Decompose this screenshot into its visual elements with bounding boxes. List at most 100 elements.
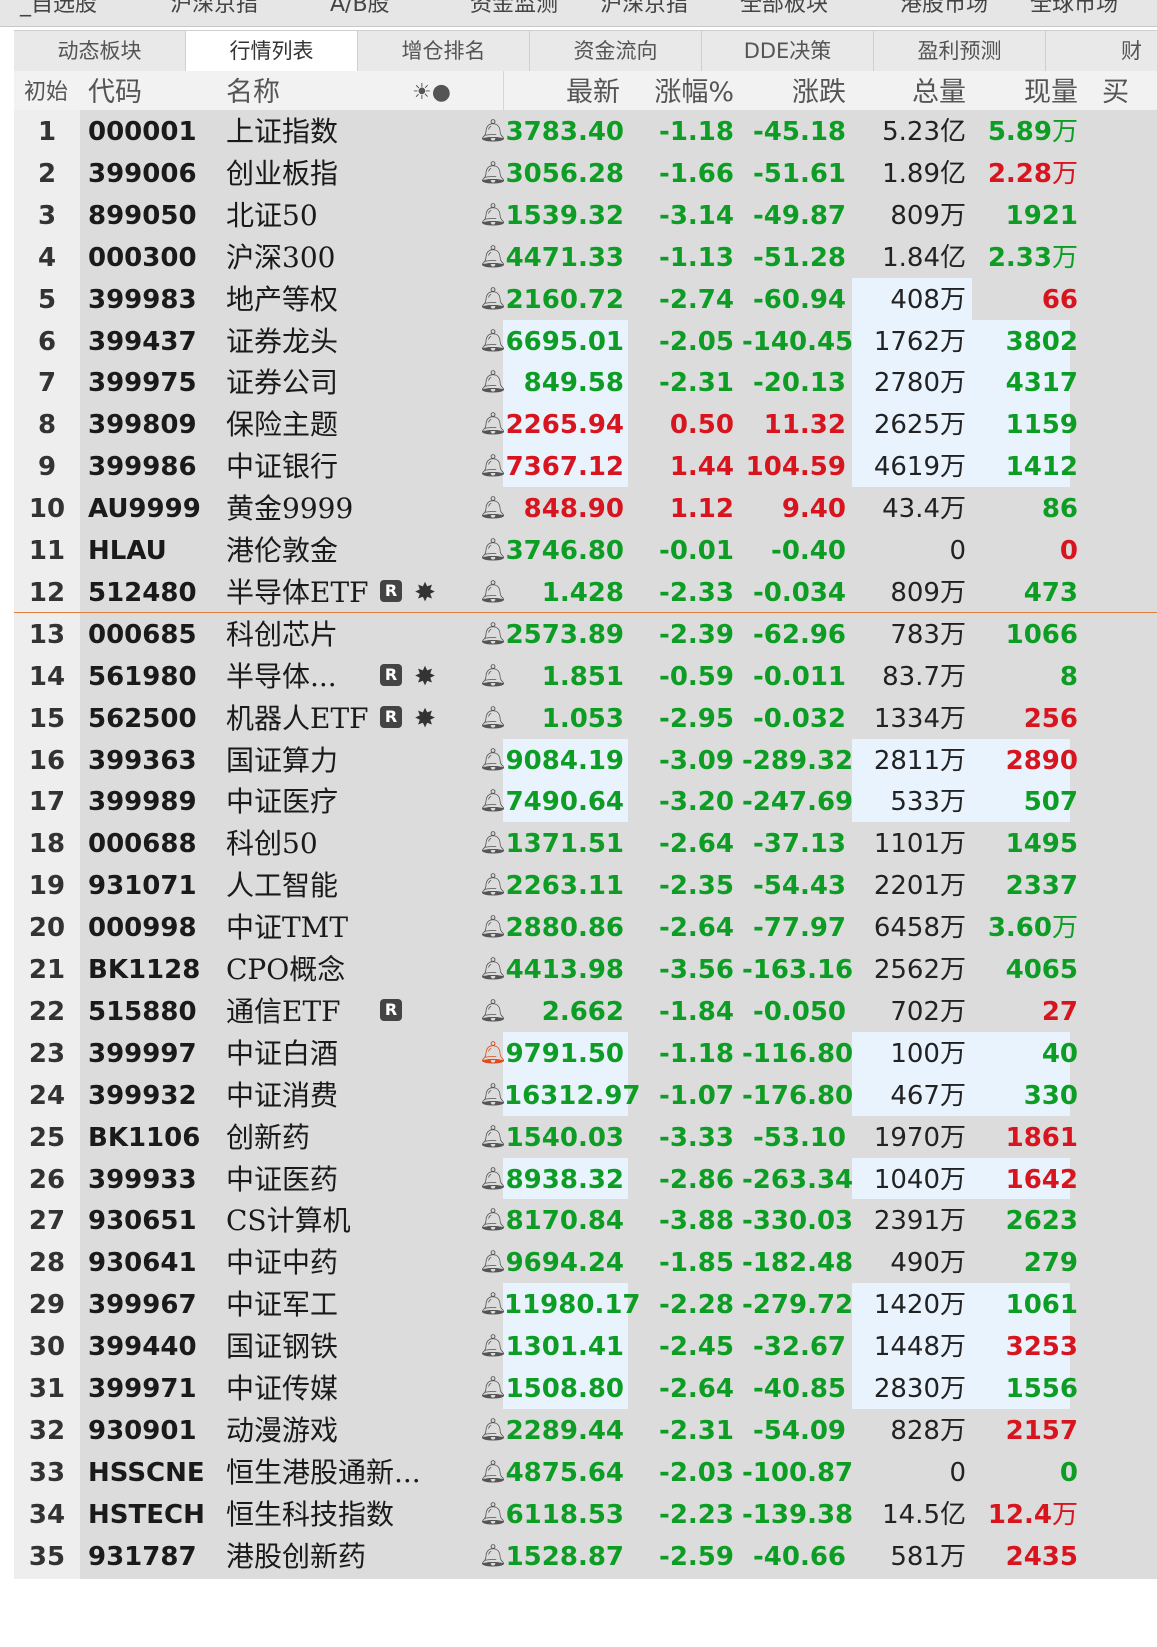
table-row[interactable]: 1 000001 上证指数 🔔︎ 3783.40 -1.18 -45.18 5.23亿 5.89… <box>14 110 1157 154</box>
stock-code[interactable]: 399989 <box>88 780 197 824</box>
stock-name[interactable]: 恒生港股通新... <box>226 1451 421 1495</box>
stock-code[interactable]: 399363 <box>88 739 197 783</box>
alert-bell-icon[interactable]: 🔔︎ <box>479 571 507 615</box>
alert-bell-icon[interactable]: 🔔︎ <box>479 613 507 657</box>
stock-name[interactable]: 恒生科技指数 <box>226 1493 394 1537</box>
stock-code[interactable]: AU9999 <box>88 487 201 531</box>
market-nav-item[interactable]: 全部板块 <box>740 0 828 18</box>
stock-code[interactable]: 899050 <box>88 194 197 238</box>
alert-bell-icon[interactable]: 🔔︎ <box>479 1409 507 1453</box>
stock-name[interactable]: 半导体... <box>226 655 337 699</box>
table-row[interactable]: 6 399437 证券龙头 🔔︎ 6695.01 -2.05 -140.45 1762万 380… <box>14 319 1157 364</box>
stock-name[interactable]: 半导体ETF <box>226 571 369 615</box>
stock-code[interactable]: 399437 <box>88 320 197 364</box>
table-row[interactable]: 18 000688 科创50 🔔︎ 1371.51 -2.64 -37.13 1101万 149… <box>14 822 1157 867</box>
stock-code[interactable]: 000998 <box>88 906 197 950</box>
market-nav-item[interactable]: 沪深京指 <box>600 0 688 18</box>
stock-name[interactable]: 地产等权 <box>226 278 338 322</box>
stock-name[interactable]: 上证指数 <box>226 110 338 154</box>
stock-code[interactable]: 399975 <box>88 361 197 405</box>
stock-code[interactable]: 000688 <box>88 822 197 866</box>
alert-bell-icon[interactable]: 🔔︎ <box>479 152 507 196</box>
cur-column-header[interactable]: 现量 <box>974 71 1078 115</box>
tab-6[interactable]: 财 <box>1046 31 1157 71</box>
stock-name[interactable]: 人工智能 <box>226 864 338 908</box>
stock-name[interactable]: 通信ETF <box>226 990 341 1034</box>
alert-bell-icon[interactable]: 🔔︎ <box>479 697 507 741</box>
last-column-header[interactable]: 最新 <box>504 71 620 115</box>
table-row[interactable]: 21 BK1128 CPO概念 🔔︎ 4413.98 -3.56 -163.16 2562万 4… <box>14 948 1157 992</box>
stock-code[interactable]: 399971 <box>88 1367 197 1411</box>
table-row[interactable]: 33 HSSCNE 恒生港股通新... 🔔︎ 4875.64 -2.03 -100.87 0 0 <box>14 1450 1157 1495</box>
stock-name[interactable]: 中证医疗 <box>226 780 338 824</box>
alert-bell-icon[interactable]: 🔔︎ <box>479 1241 507 1285</box>
table-row[interactable]: 24 399932 中证消费 🔔︎ 16312.97 -1.07 -176.80 467万 33… <box>14 1073 1157 1118</box>
stock-code[interactable]: 000001 <box>88 110 197 154</box>
stock-name[interactable]: 科创50 <box>226 822 318 866</box>
alert-bell-icon[interactable]: 🔔︎ <box>479 1283 507 1327</box>
stock-code[interactable]: 399986 <box>88 445 197 489</box>
stock-code[interactable]: 399933 <box>88 1158 197 1202</box>
alert-bell-icon[interactable]: 🔔︎ <box>479 110 507 154</box>
code-column-header[interactable]: 代码 <box>88 71 142 115</box>
tab-1[interactable]: 行情列表 <box>186 31 358 71</box>
chg-column-header[interactable]: 涨跌 <box>742 71 846 115</box>
alert-bell-icon[interactable]: 🔔︎ <box>479 780 507 824</box>
table-row[interactable]: 11 HLAU 港伦敦金 🔔︎ 3746.80 -0.01 -0.40 0 0 <box>14 529 1157 573</box>
stock-name[interactable]: 中证白酒 <box>226 1032 338 1076</box>
name-column-header[interactable]: 名称 <box>226 71 280 115</box>
stock-name[interactable]: 创业板指 <box>226 152 338 196</box>
init-sort-button[interactable]: 初始 <box>24 71 68 115</box>
table-row[interactable]: 9 399986 中证银行 🔔︎ 7367.12 1.44 104.59 4619万 1412 <box>14 445 1157 490</box>
table-row[interactable]: 5 399983 地产等权 🔔︎ 2160.72 -2.74 -60.94 408万 66 <box>14 277 1157 322</box>
table-row[interactable]: 31 399971 中证传媒 🔔︎ 1508.80 -2.64 -40.85 2830万 155… <box>14 1367 1157 1411</box>
table-row[interactable]: 13 000685 科创芯片 🔔︎ 2573.89 -2.39 -62.96 783万 1066 <box>14 612 1157 657</box>
tab-0[interactable]: 动态板块 <box>14 31 186 71</box>
alert-bell-icon[interactable]: 🔔︎ <box>479 445 507 489</box>
stock-code[interactable]: 512480 <box>88 571 197 615</box>
table-row[interactable]: 23 399997 中证白酒 🔔︎ 9791.50 -1.18 -116.80 100万 40 <box>14 1031 1157 1076</box>
alert-bell-icon[interactable]: 🔔︎ <box>479 320 507 364</box>
alert-bell-icon[interactable]: 🔔︎ <box>479 990 507 1034</box>
table-row[interactable]: 25 BK1106 创新药 🔔︎ 1540.03 -3.33 -53.10 1970万 1861 <box>14 1115 1157 1160</box>
alert-bell-icon[interactable]: 🔔︎ <box>479 1325 507 1369</box>
stock-code[interactable]: BK1128 <box>88 948 200 992</box>
table-row[interactable]: 2 399006 创业板指 🔔︎ 3056.28 -1.66 -51.61 1.89亿 2.28… <box>14 151 1157 196</box>
alert-bell-icon[interactable]: 🔔︎ <box>479 1535 507 1579</box>
stock-name[interactable]: 证券龙头 <box>226 320 338 364</box>
stock-code[interactable]: 399997 <box>88 1032 197 1076</box>
market-nav-item[interactable]: 全球市场 <box>1030 0 1118 18</box>
tab-2[interactable]: 增仓排名 <box>358 31 530 71</box>
stock-name[interactable]: 证券公司 <box>226 361 338 405</box>
stock-name[interactable]: 中证军工 <box>226 1283 338 1327</box>
alert-bell-icon[interactable]: 🔔︎ <box>479 864 507 908</box>
market-nav-item[interactable]: _自选股 <box>20 0 97 18</box>
table-row[interactable]: 20 000998 中证TMT 🔔︎ 2880.86 -2.64 -77.97 6458万 3.… <box>14 906 1157 951</box>
stock-name[interactable]: 创新药 <box>226 1116 310 1160</box>
alert-bell-icon[interactable]: 🔔︎ <box>479 194 507 238</box>
alert-bell-icon[interactable]: 🔔︎ <box>479 361 507 405</box>
table-row[interactable]: 19 931071 人工智能 🔔︎ 2263.11 -2.35 -54.43 2201万 233… <box>14 864 1157 909</box>
stock-code[interactable]: 399983 <box>88 278 197 322</box>
table-row[interactable]: 8 399809 保险主题 🔔︎ 2265.94 0.50 11.32 2625万 1159 <box>14 403 1157 448</box>
stock-name[interactable]: 国证钢铁 <box>226 1325 338 1369</box>
stock-name[interactable]: CPO概念 <box>226 948 345 992</box>
market-nav-item[interactable]: A/B股 <box>330 0 390 18</box>
table-row[interactable]: 7 399975 证券公司 🔔︎ 849.58 -2.31 -20.13 2780万 4317 <box>14 361 1157 406</box>
table-row[interactable]: 30 399440 国证钢铁 🔔︎ 1301.41 -2.45 -32.67 1448万 325… <box>14 1325 1157 1370</box>
stock-name[interactable]: 港股创新药 <box>226 1535 366 1579</box>
stock-name[interactable]: CS计算机 <box>226 1199 351 1243</box>
tab-3[interactable]: 资金流向 <box>530 31 702 71</box>
more-column-header[interactable]: 买 <box>1102 71 1129 115</box>
stock-code[interactable]: 562500 <box>88 697 197 741</box>
table-row[interactable]: 4 000300 沪深300 🔔︎ 4471.33 -1.13 -51.28 1.84亿 2.3… <box>14 235 1157 280</box>
market-nav-item[interactable]: 港股市场 <box>900 0 988 18</box>
table-row[interactable]: 32 930901 动漫游戏 🔔︎ 2289.44 -2.31 -54.09 828万 2157 <box>14 1408 1157 1453</box>
stock-name[interactable]: 中证消费 <box>226 1074 338 1118</box>
stock-code[interactable]: 515880 <box>88 990 197 1034</box>
tab-4[interactable]: DDE决策 <box>702 31 874 71</box>
stock-name[interactable]: 中证中药 <box>226 1241 338 1285</box>
table-row[interactable]: 17 399989 中证医疗 🔔︎ 7490.64 -3.20 -247.69 533万 507 <box>14 780 1157 825</box>
stock-name[interactable]: 中证TMT <box>226 906 348 950</box>
alert-bell-icon[interactable]: 🔔︎ <box>479 906 507 950</box>
